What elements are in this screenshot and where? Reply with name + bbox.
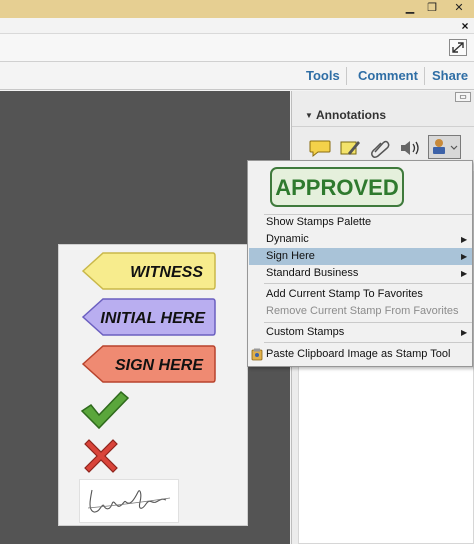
highlight-text-icon[interactable] (338, 137, 362, 159)
menu-item-label: Add Current Stamp To Favorites (266, 288, 423, 300)
menu-item-remove-from-favorites: Remove Current Stamp From Favorites (249, 303, 472, 320)
close-document-button[interactable]: × (456, 18, 474, 34)
approved-stamp[interactable]: APPROVED (270, 167, 404, 207)
approved-stamp-label: APPROVED (275, 175, 399, 200)
menu-item-label: Sign Here (266, 250, 315, 262)
stamp-icon[interactable] (428, 135, 461, 159)
submenu-arrow-icon: ▶ (461, 235, 468, 244)
collapse-arrow-icon[interactable]: ▼ (305, 111, 313, 120)
initial-here-stamp[interactable]: INITIAL HERE (81, 297, 217, 337)
sticky-note-icon[interactable] (308, 137, 332, 159)
submenu-arrow-icon: ▶ (461, 269, 468, 278)
expand-icon[interactable] (449, 39, 467, 56)
close-window-button[interactable]: ✕ (444, 0, 474, 16)
menu-item-add-to-favorites[interactable]: Add Current Stamp To Favorites (249, 286, 472, 303)
menu-item-dynamic[interactable]: Dynamic ▶ (249, 231, 472, 248)
menu-item-label: Show Stamps Palette (266, 216, 372, 228)
menu-separator (264, 322, 472, 323)
menu-item-label: Remove Current Stamp From Favorites (266, 305, 459, 317)
menu-item-sign-here[interactable]: Sign Here ▶ (249, 248, 472, 265)
tab-divider (424, 67, 425, 85)
pane-options-icon[interactable]: ▭ (455, 92, 471, 102)
menu-separator (264, 342, 472, 343)
tab-comment[interactable]: Comment (358, 68, 418, 83)
tab-divider (346, 67, 347, 85)
cross-stamp-icon[interactable] (81, 436, 121, 476)
toolbar (0, 34, 474, 62)
annotations-panel-header[interactable]: ▼ Annotations (292, 103, 474, 127)
attach-file-icon[interactable] (368, 137, 392, 159)
sign-here-stamps-page: WITNESS INITIAL HERE SIGN HERE (58, 244, 248, 526)
task-tabs: Tools Comment Share (0, 62, 474, 90)
title-bar: ▁ ❐ ✕ (0, 0, 474, 18)
record-audio-icon[interactable] (398, 137, 422, 159)
submenu-arrow-icon: ▶ (461, 252, 468, 261)
menu-item-standard-business[interactable]: Standard Business ▶ (249, 265, 472, 282)
stamp-menu: APPROVED Show Stamps Palette Dynamic ▶ S… (247, 160, 473, 367)
tab-tools[interactable]: Tools (306, 68, 340, 83)
menu-item-label: Custom Stamps (266, 326, 345, 338)
menu-item-custom-stamps[interactable]: Custom Stamps ▶ (249, 324, 472, 341)
checkmark-stamp-icon[interactable] (79, 389, 131, 431)
witness-stamp-text: WITNESS (130, 264, 203, 281)
menu-item-label: Standard Business (266, 267, 359, 279)
restore-button[interactable]: ❐ (422, 0, 442, 16)
menu-item-paste-clipboard-stamp[interactable]: Paste Clipboard Image as Stamp Tool (249, 346, 472, 363)
menu-bar: × (0, 18, 474, 34)
menu-item-label: Paste Clipboard Image as Stamp Tool (266, 348, 451, 360)
submenu-arrow-icon: ▶ (461, 328, 468, 337)
sign-here-stamp-text: SIGN HERE (115, 357, 204, 374)
witness-stamp[interactable]: WITNESS (81, 251, 217, 291)
clipboard-stamp-icon (251, 348, 263, 361)
tab-share[interactable]: Share (432, 68, 468, 83)
menu-separator (264, 283, 472, 284)
annotations-title: Annotations (316, 108, 386, 122)
signature-stamp[interactable] (79, 479, 179, 523)
initial-here-stamp-text: INITIAL HERE (100, 310, 206, 327)
sign-here-stamp[interactable]: SIGN HERE (81, 344, 217, 384)
menu-item-label: Dynamic (266, 233, 309, 245)
minimize-button[interactable]: ▁ (400, 0, 420, 16)
menu-item-show-stamps-palette[interactable]: Show Stamps Palette (249, 214, 472, 231)
